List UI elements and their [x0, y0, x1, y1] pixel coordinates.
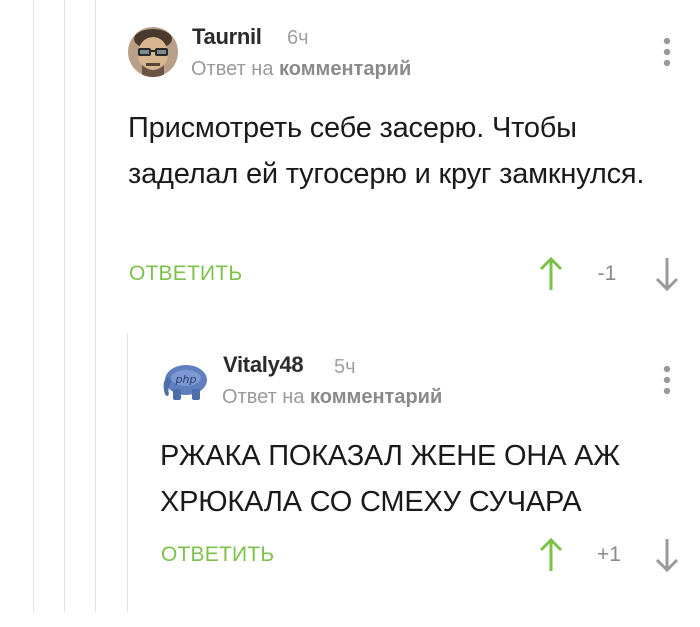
more-options-icon[interactable]: [660, 364, 674, 398]
avatar[interactable]: php: [159, 356, 209, 406]
php-text: php: [175, 373, 197, 386]
arrow-up-icon[interactable]: [539, 537, 563, 573]
reply-button[interactable]: ОТВЕТИТЬ: [161, 543, 274, 567]
comment-rating: +1: [597, 543, 621, 566]
arrow-down-icon[interactable]: [655, 537, 679, 573]
comment-vitaly48: php Vitaly48 5ч Ответ на комментарий РЖА…: [0, 0, 700, 627]
comment-author[interactable]: Vitaly48: [223, 352, 304, 378]
reply-to-prefix: Ответ на: [222, 386, 305, 408]
php-elephant-avatar-icon: php: [163, 365, 207, 400]
reply-to-link[interactable]: комментарий: [310, 386, 442, 408]
reply-to-line: Ответ на комментарий: [222, 386, 442, 409]
comment-time: 5ч: [334, 356, 356, 378]
comment-text: РЖАКА ПОКАЗАЛ ЖЕНЕ ОНА АЖ ХРЮКАЛА СО СМЕ…: [160, 440, 620, 518]
